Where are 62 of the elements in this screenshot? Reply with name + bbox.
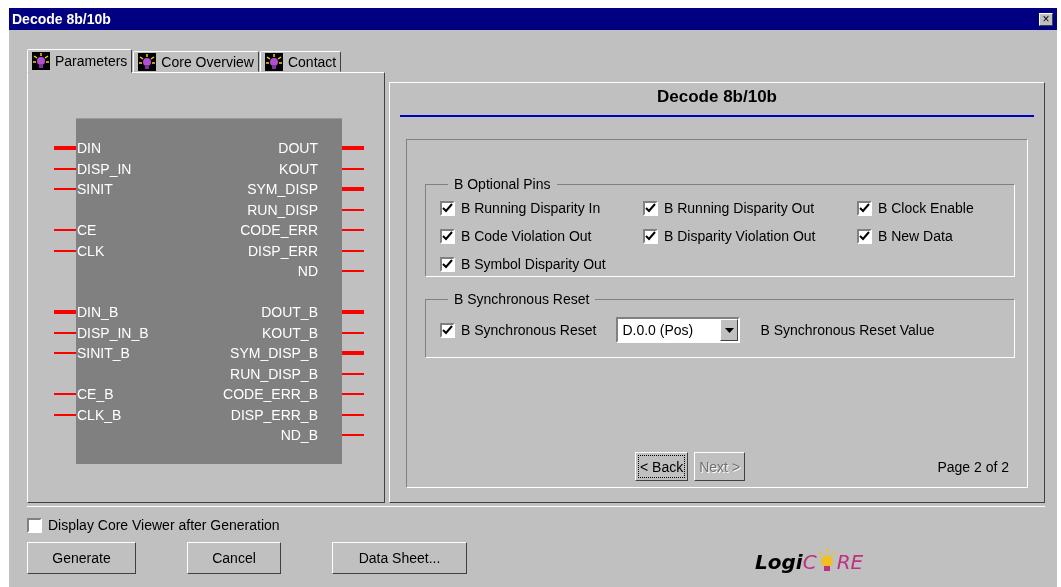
pin-label: SYM_DISP	[247, 181, 318, 198]
checkbox-label: B Disparity Violation Out	[664, 228, 816, 244]
pin-label: CLK_B	[77, 406, 122, 423]
checkbox[interactable]	[857, 228, 872, 244]
pin-label: RUN_DISP_B	[230, 365, 318, 382]
checkbox[interactable]	[440, 200, 455, 216]
checkbox[interactable]	[440, 228, 455, 244]
checkbox-label: B Clock Enable	[878, 200, 974, 216]
pin-label: DISP_IN_B	[77, 324, 149, 341]
field-label: B Synchronous Reset Value	[760, 322, 935, 338]
lightbulb-icon	[264, 52, 283, 71]
pin-label: DISP_ERR_B	[230, 406, 318, 423]
back-button[interactable]: < Back	[635, 452, 689, 481]
pin-label: SINIT	[77, 181, 113, 198]
page-indicator: Page 2 of 2	[937, 458, 1009, 475]
pin-label: CLK	[77, 242, 105, 259]
checkbox-label: B Symbol Disparity Out	[461, 256, 606, 272]
pin-label: SYM_DISP_B	[230, 345, 318, 362]
checkbox-label: B New Data	[878, 228, 953, 244]
checkbox-label: B Running Disparity Out	[664, 200, 815, 216]
dialog-button[interactable]: Data Sheet...	[332, 542, 467, 574]
dialog-button[interactable]: Generate	[27, 542, 136, 574]
pin-label: DISP_ERR	[247, 242, 318, 259]
checkbox-label: B Code Violation Out	[461, 228, 592, 244]
reset-value-dropdown[interactable]: D.0.0 (Pos)	[616, 317, 741, 343]
checkbox[interactable]	[440, 322, 455, 338]
checkbox[interactable]	[643, 200, 658, 216]
pin-label: DIN	[77, 140, 102, 157]
pin-label: ND	[297, 263, 318, 280]
checkbox-label: B Synchronous Reset	[461, 322, 597, 338]
pin-label: KOUT_B	[262, 324, 318, 341]
pin-label: CODE_ERR_B	[223, 386, 318, 403]
tab[interactable]: Parameters	[27, 49, 133, 73]
pin-label: CE	[77, 222, 97, 239]
lightbulb-icon	[138, 52, 157, 71]
tab[interactable]: Core Overview	[133, 51, 259, 72]
pin-label: DOUT_B	[261, 304, 318, 321]
checkbox-label: Display Core Viewer after Generation	[48, 517, 280, 533]
pin-label: DISP_IN	[77, 160, 132, 177]
dialog-button[interactable]: Cancel	[187, 542, 281, 574]
checkbox[interactable]	[643, 228, 658, 244]
checkbox[interactable]	[857, 200, 872, 216]
pin-label: SINIT_B	[77, 345, 130, 362]
pin-label: CODE_ERR	[240, 222, 318, 239]
close-button[interactable]: ×	[1039, 12, 1053, 26]
lightbulb-icon	[32, 52, 50, 70]
caret-icon	[724, 327, 734, 333]
group-legend: B Optional Pins	[448, 176, 557, 192]
pin-label: CE_B	[77, 386, 114, 403]
checkbox-label: B Running Disparity In	[461, 200, 601, 216]
pin-label: KOUT	[279, 160, 318, 177]
group-legend: B Synchronous Reset	[448, 291, 596, 307]
pin-label: DIN_B	[77, 304, 119, 321]
checkbox[interactable]	[440, 256, 455, 272]
tab[interactable]: Contact	[259, 51, 342, 72]
checkbox[interactable]	[27, 517, 42, 533]
pin-label: DOUT	[278, 140, 318, 157]
pin-label: ND_B	[280, 427, 318, 444]
logo: LogiC RE	[755, 548, 864, 574]
pin-label: RUN_DISP	[247, 201, 318, 218]
window-title: Decode 8b/10b	[12, 11, 111, 27]
page-title: Decode 8b/10b	[400, 83, 1034, 117]
